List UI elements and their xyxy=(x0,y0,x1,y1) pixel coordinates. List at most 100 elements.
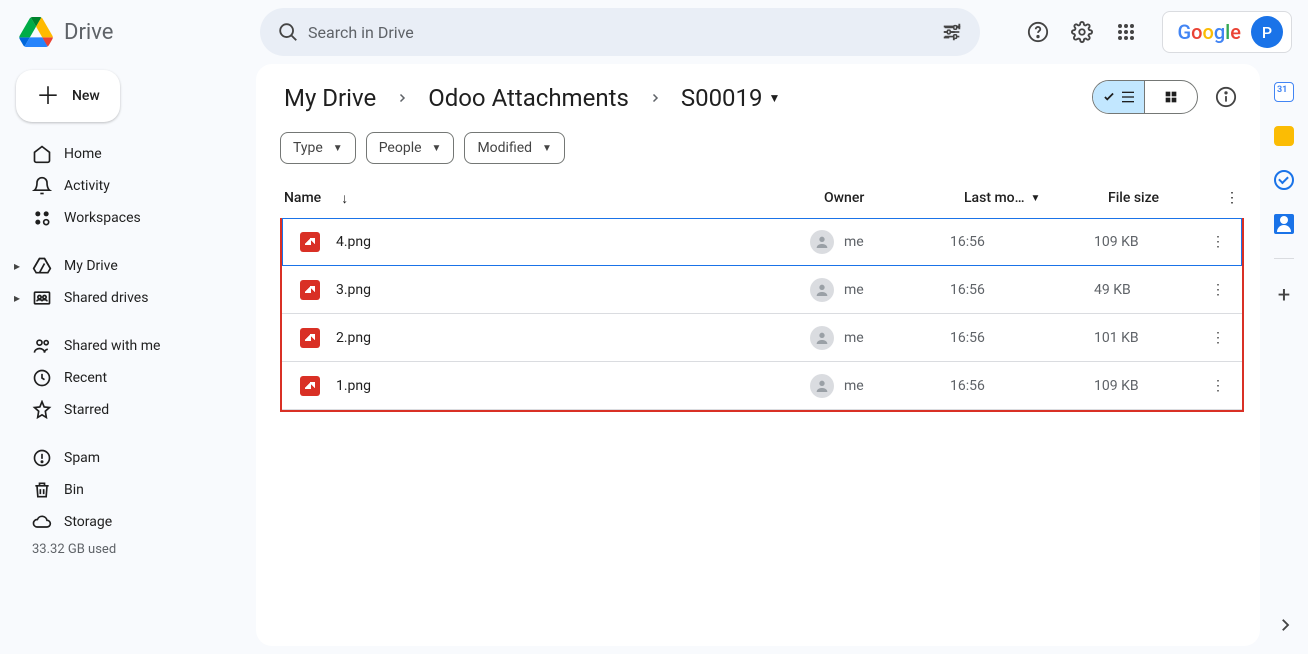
contacts-app-icon[interactable] xyxy=(1274,214,1294,234)
filter-bar: Type▼ People▼ Modified▼ xyxy=(280,132,1256,164)
sidebar-item-workspaces[interactable]: Workspaces xyxy=(16,202,240,234)
chevron-right-icon[interactable]: ▸ xyxy=(14,291,20,305)
trash-icon xyxy=(32,480,52,500)
calendar-app-icon[interactable] xyxy=(1274,82,1294,102)
search-options-icon[interactable] xyxy=(932,12,972,52)
sidebar-item-home[interactable]: Home xyxy=(16,138,240,170)
account-switcher[interactable]: Google P xyxy=(1162,11,1292,53)
tasks-app-icon[interactable] xyxy=(1274,170,1294,190)
chevron-right-icon[interactable]: ▸ xyxy=(14,259,20,273)
table-row[interactable]: 2.png me 16:56 101 KB ⋮ xyxy=(282,314,1242,362)
collapse-panel-icon[interactable] xyxy=(1276,616,1294,634)
info-icon[interactable] xyxy=(1212,83,1240,111)
shared-drives-icon xyxy=(32,288,52,308)
breadcrumb-root[interactable]: My Drive xyxy=(280,80,380,116)
col-header-size[interactable]: File size xyxy=(1108,190,1220,206)
row-more-icon[interactable]: ⋮ xyxy=(1206,282,1230,298)
main-content: My Drive Odoo Attachments S00019▼ Type▼ … xyxy=(256,64,1260,646)
add-app-icon[interactable]: + xyxy=(1278,283,1290,308)
file-name: 3.png xyxy=(336,282,371,298)
filter-people[interactable]: People▼ xyxy=(366,132,455,164)
dropdown-caret-icon: ▼ xyxy=(333,143,343,154)
plus-icon: ＋ xyxy=(36,89,60,103)
sidebar-item-recent[interactable]: Recent xyxy=(16,362,240,394)
file-modified: 16:56 xyxy=(950,234,1094,250)
search-bar[interactable] xyxy=(260,8,980,56)
owner-avatar-icon xyxy=(810,278,834,302)
sidebar-item-storage[interactable]: Storage xyxy=(16,506,240,538)
list-view-button[interactable] xyxy=(1093,81,1145,113)
settings-icon[interactable] xyxy=(1062,12,1102,52)
row-more-icon[interactable]: ⋮ xyxy=(1206,234,1230,250)
file-name: 4.png xyxy=(336,234,371,250)
grid-view-button[interactable] xyxy=(1145,81,1197,113)
home-icon xyxy=(32,144,52,164)
app-header: Drive Google P xyxy=(0,0,1308,64)
divider xyxy=(1274,258,1294,259)
table-header: Name↓ Owner Last mo…▼ File size ⋮ xyxy=(280,178,1256,218)
logo-area[interactable]: Drive xyxy=(16,12,252,52)
sidebar-item-mydrive[interactable]: ▸My Drive xyxy=(16,250,240,282)
table-row[interactable]: 3.png me 16:56 49 KB ⋮ xyxy=(282,266,1242,314)
col-header-modified[interactable]: Last mo…▼ xyxy=(964,190,1108,206)
breadcrumb-current[interactable]: S00019▼ xyxy=(677,80,785,116)
filter-type[interactable]: Type▼ xyxy=(280,132,356,164)
help-icon[interactable] xyxy=(1018,12,1058,52)
app-name: Drive xyxy=(64,20,113,45)
drive-logo-icon xyxy=(16,12,56,52)
table-row[interactable]: 1.png me 16:56 109 KB ⋮ xyxy=(282,362,1242,410)
sidebar: ＋ New Home Activity Workspaces ▸My Drive… xyxy=(0,64,256,654)
file-modified: 16:56 xyxy=(950,330,1094,346)
star-icon xyxy=(32,400,52,420)
people-icon xyxy=(32,336,52,356)
sidebar-item-shared[interactable]: Shared with me xyxy=(16,330,240,362)
chevron-right-icon xyxy=(388,92,416,104)
image-file-icon xyxy=(300,280,320,300)
file-size: 49 KB xyxy=(1094,282,1206,298)
file-modified: 16:56 xyxy=(950,282,1094,298)
file-owner: me xyxy=(844,378,864,394)
search-input[interactable] xyxy=(308,23,932,42)
col-header-more-icon[interactable]: ⋮ xyxy=(1220,190,1244,206)
file-owner: me xyxy=(844,234,864,250)
file-modified: 16:56 xyxy=(950,378,1094,394)
file-table: 4.png me 16:56 109 KB ⋮ 3.png me 16:56 4… xyxy=(280,218,1244,412)
row-more-icon[interactable]: ⋮ xyxy=(1206,330,1230,346)
row-more-icon[interactable]: ⋮ xyxy=(1206,378,1230,394)
workspaces-icon xyxy=(32,208,52,228)
clock-icon xyxy=(32,368,52,388)
col-header-name[interactable]: Name↓ xyxy=(280,190,824,207)
user-avatar[interactable]: P xyxy=(1251,16,1283,48)
keep-app-icon[interactable] xyxy=(1274,126,1294,146)
sidebar-item-bin[interactable]: Bin xyxy=(16,474,240,506)
sidebar-item-shareddrives[interactable]: ▸Shared drives xyxy=(16,282,240,314)
new-button[interactable]: ＋ New xyxy=(16,70,120,122)
image-file-icon xyxy=(300,376,320,396)
chevron-right-icon xyxy=(641,92,669,104)
drive-icon xyxy=(32,256,52,276)
search-icon[interactable] xyxy=(268,12,308,52)
header-actions: Google P xyxy=(1018,11,1292,53)
side-panel: + xyxy=(1260,64,1308,654)
sidebar-item-activity[interactable]: Activity xyxy=(16,170,240,202)
sidebar-item-spam[interactable]: Spam xyxy=(16,442,240,474)
file-size: 101 KB xyxy=(1094,330,1206,346)
activity-icon xyxy=(32,176,52,196)
storage-used-label: 33.32 GB used xyxy=(16,538,240,557)
dropdown-caret-icon: ▼ xyxy=(769,91,781,105)
apps-grid-icon[interactable] xyxy=(1106,12,1146,52)
owner-avatar-icon xyxy=(810,374,834,398)
table-row[interactable]: 4.png me 16:56 109 KB ⋮ xyxy=(282,218,1242,266)
breadcrumb-folder[interactable]: Odoo Attachments xyxy=(424,80,633,116)
image-file-icon xyxy=(300,232,320,252)
sidebar-item-starred[interactable]: Starred xyxy=(16,394,240,426)
col-header-owner[interactable]: Owner xyxy=(824,190,964,206)
file-name: 1.png xyxy=(336,378,371,394)
file-name: 2.png xyxy=(336,330,371,346)
cloud-icon xyxy=(32,512,52,532)
owner-avatar-icon xyxy=(810,326,834,350)
spam-icon xyxy=(32,448,52,468)
file-size: 109 KB xyxy=(1094,378,1206,394)
filter-modified[interactable]: Modified▼ xyxy=(464,132,565,164)
sort-arrow-icon: ↓ xyxy=(341,190,348,207)
